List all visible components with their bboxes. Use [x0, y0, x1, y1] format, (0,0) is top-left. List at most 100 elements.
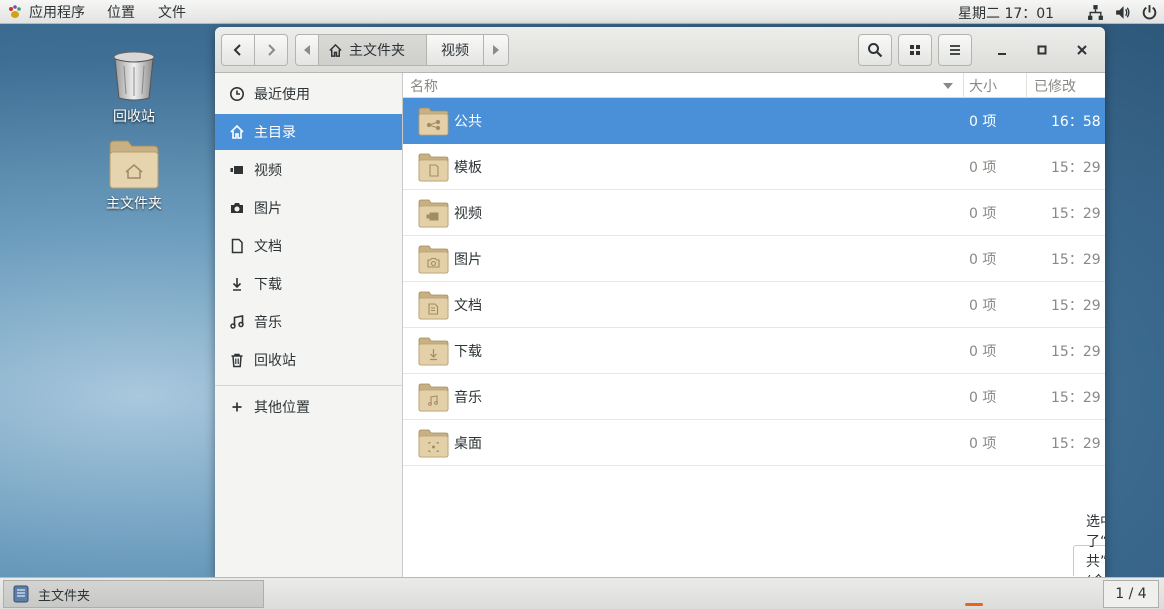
workspace-switcher[interactable]: 1 / 4 — [1103, 580, 1159, 608]
file-row-desktop[interactable]: 桌面 0 项 15：29 — [403, 420, 1105, 466]
sidebar-item-music[interactable]: 音乐 — [215, 304, 402, 340]
download-icon — [229, 276, 245, 292]
recent-icon — [229, 86, 245, 102]
pathbar-scroll-left[interactable] — [295, 34, 319, 66]
pathbar-item-home[interactable]: 主文件夹 — [319, 34, 427, 66]
file-name: 文档 — [454, 298, 482, 314]
sort-descending-icon[interactable] — [943, 83, 953, 89]
view-mode-button[interactable] — [898, 34, 932, 66]
column-size[interactable]: 大小 — [969, 76, 997, 96]
file-row-video[interactable]: 视频 0 项 15：29 — [403, 190, 1105, 236]
column-divider — [963, 73, 964, 98]
desktop-home-label: 主文件夹 — [106, 196, 162, 212]
pathbar-scroll-right[interactable] — [484, 34, 509, 66]
search-icon — [868, 43, 883, 58]
file-name: 图片 — [454, 252, 482, 268]
maximize-button[interactable] — [1032, 40, 1052, 60]
home-icon — [329, 43, 342, 57]
folder-music-icon — [418, 383, 449, 412]
sidebar-item-label: 视频 — [254, 163, 282, 179]
file-size: 0 项 — [969, 298, 997, 314]
file-modified: 16：58 — [1051, 114, 1101, 130]
maximize-icon — [1037, 45, 1047, 55]
document-icon — [229, 238, 245, 254]
chevron-right-icon — [268, 44, 276, 56]
sidebar-item-documents[interactable]: 文档 — [215, 228, 402, 264]
sidebar-item-other-locations[interactable]: 其他位置 — [215, 389, 402, 425]
trash-icon — [113, 51, 155, 101]
menu-button[interactable] — [938, 34, 972, 66]
file-label: 文件 — [158, 4, 186, 21]
sidebar-item-label: 音乐 — [254, 315, 282, 331]
sidebar-separator — [215, 385, 402, 386]
places-label: 位置 — [107, 4, 135, 21]
file-modified: 15：29 — [1051, 160, 1101, 176]
places-menu[interactable]: 位置 — [96, 0, 146, 24]
sidebar-item-label: 主目录 — [254, 125, 296, 141]
clock[interactable]: 星期二 17：01 — [958, 3, 1054, 23]
video-icon — [229, 162, 245, 178]
triangle-right-icon — [493, 45, 499, 55]
home-icon — [229, 124, 245, 140]
folder-download-icon — [418, 337, 449, 366]
menu-icon — [950, 45, 960, 55]
pathbar-videos-label: 视频 — [441, 43, 469, 59]
power-icon — [1142, 5, 1157, 20]
sidebar-item-home[interactable]: 主目录 — [215, 114, 402, 150]
file-row-download[interactable]: 下载 0 项 15：29 — [403, 328, 1105, 374]
folder-template-icon — [418, 153, 449, 182]
folder-video-icon — [418, 199, 449, 228]
forward-button[interactable] — [255, 34, 288, 66]
home-folder-icon — [109, 140, 159, 189]
file-name: 桌面 — [454, 436, 482, 452]
file-modified: 15：29 — [1051, 252, 1101, 268]
sidebar-item-label: 文档 — [254, 239, 282, 255]
sidebar-item-trash[interactable]: 回收站 — [215, 342, 402, 378]
file-size: 0 项 — [969, 344, 997, 360]
file-name: 公共 — [454, 114, 482, 130]
file-size: 0 项 — [969, 114, 997, 130]
file-name: 视频 — [454, 206, 482, 222]
file-list: 名称 大小 已修改 公共 0 项 16：58 模板 0 项 15：29 视频 0 项 15：29… — [403, 73, 1105, 577]
minimize-button[interactable] — [992, 40, 1012, 60]
sidebar-item-label: 最近使用 — [254, 87, 310, 103]
trash-icon — [229, 352, 245, 368]
back-button[interactable] — [221, 34, 255, 66]
column-divider — [1026, 73, 1027, 98]
file-size: 0 项 — [969, 160, 997, 176]
sidebar-item-videos[interactable]: 视频 — [215, 152, 402, 188]
column-modified[interactable]: 已修改 — [1034, 76, 1076, 96]
file-row-document[interactable]: 文档 0 项 15：29 — [403, 282, 1105, 328]
file-row-camera[interactable]: 图片 0 项 15：29 — [403, 236, 1105, 282]
pathbar-item-videos[interactable]: 视频 — [427, 34, 484, 66]
orange-accent — [965, 603, 983, 606]
close-icon — [1077, 45, 1087, 55]
sidebar-item-label: 其他位置 — [254, 400, 310, 416]
desktop-home-folder[interactable]: 主文件夹 — [89, 139, 179, 213]
column-name[interactable]: 名称 — [410, 76, 438, 96]
search-button[interactable] — [858, 34, 892, 66]
file-row-template[interactable]: 模板 0 项 15：29 — [403, 144, 1105, 190]
sidebar-item-pictures[interactable]: 图片 — [215, 190, 402, 226]
top-panel: 应用程序 位置 文件 星期二 17：01 — [0, 0, 1164, 24]
folder-desktop-icon — [418, 429, 449, 458]
file-modified: 15：29 — [1051, 298, 1101, 314]
network-icon — [1088, 5, 1103, 20]
system-tray[interactable] — [1087, 4, 1158, 21]
plus-icon — [229, 399, 245, 415]
desktop-trash[interactable]: 回收站 — [89, 50, 179, 126]
pathbar-home-label: 主文件夹 — [349, 43, 405, 59]
applications-menu[interactable]: 应用程序 — [0, 0, 96, 24]
folder-document-icon — [418, 291, 449, 320]
file-modified: 15：29 — [1051, 390, 1101, 406]
file-row-share[interactable]: 公共 0 项 16：58 — [403, 98, 1105, 144]
task-button-home-folder[interactable]: 主文件夹 — [3, 580, 264, 608]
file-row-music[interactable]: 音乐 0 项 15：29 — [403, 374, 1105, 420]
sidebar-item-recent[interactable]: 最近使用 — [215, 76, 402, 112]
file-menu[interactable]: 文件 — [146, 0, 197, 24]
close-button[interactable] — [1072, 40, 1092, 60]
sidebar-item-downloads[interactable]: 下载 — [215, 266, 402, 302]
task-button-label: 主文件夹 — [38, 588, 91, 604]
music-icon — [229, 314, 245, 330]
volume-icon — [1116, 6, 1130, 19]
